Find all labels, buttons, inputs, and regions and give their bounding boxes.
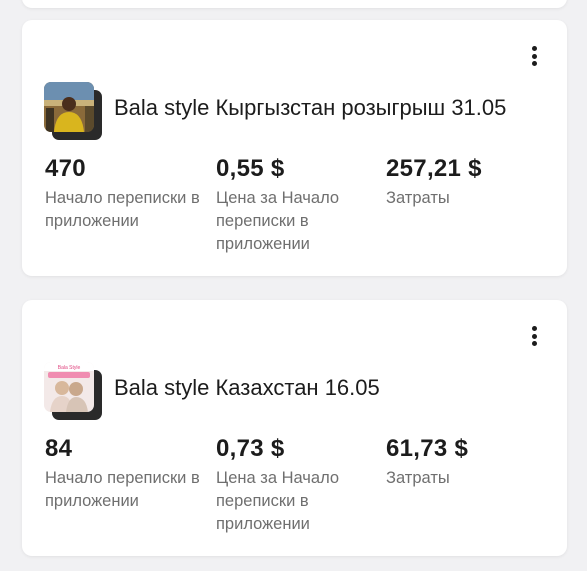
- metric-cost-per-conversation: 0,55 $ Цена за Начало переписки в прилож…: [216, 154, 381, 256]
- metric-conversations: 470 Начало переписки в приложении: [45, 154, 210, 233]
- more-vertical-icon[interactable]: [531, 326, 537, 348]
- metric-value: 61,73 $: [386, 435, 469, 462]
- campaign-card[interactable]: Bala Style Bala style Казахстан 16.05 84…: [22, 300, 567, 556]
- metric-label: Затраты: [386, 189, 450, 207]
- thumbnail-logo-text: Bala Style: [58, 365, 81, 371]
- metric-cost-per-conversation: 0,73 $ Цена за Начало переписки в прилож…: [216, 434, 381, 536]
- metric-label: Цена за Начало переписки в приложении: [216, 469, 340, 533]
- campaign-card[interactable]: Bala style Кыргызстан розыгрыш 31.05 470…: [22, 20, 567, 276]
- metric-label: Начало переписки в приложении: [45, 469, 200, 510]
- metric-conversations: 84 Начало переписки в приложении: [45, 434, 210, 513]
- campaign-thumbnail: Bala Style: [44, 362, 102, 420]
- more-vertical-icon[interactable]: [531, 46, 537, 68]
- metric-value: 470: [45, 155, 86, 182]
- campaign-title[interactable]: Bala style Кыргызстан розыгрыш 31.05: [114, 95, 506, 121]
- metric-value: 84: [45, 435, 73, 462]
- metric-label: Начало переписки в приложении: [45, 189, 200, 230]
- campaign-title[interactable]: Bala style Казахстан 16.05: [114, 375, 380, 401]
- metric-spend: 61,73 $ Затраты: [386, 434, 551, 490]
- campaign-thumbnail: [44, 82, 102, 140]
- metric-value: 257,21 $: [386, 155, 482, 182]
- metric-spend: 257,21 $ Затраты: [386, 154, 551, 210]
- metric-value: 0,73 $: [216, 435, 285, 462]
- metric-label: Цена за Начало переписки в приложении: [216, 189, 340, 253]
- previous-card-edge: [22, 0, 567, 8]
- metric-label: Затраты: [386, 469, 450, 487]
- metric-value: 0,55 $: [216, 155, 285, 182]
